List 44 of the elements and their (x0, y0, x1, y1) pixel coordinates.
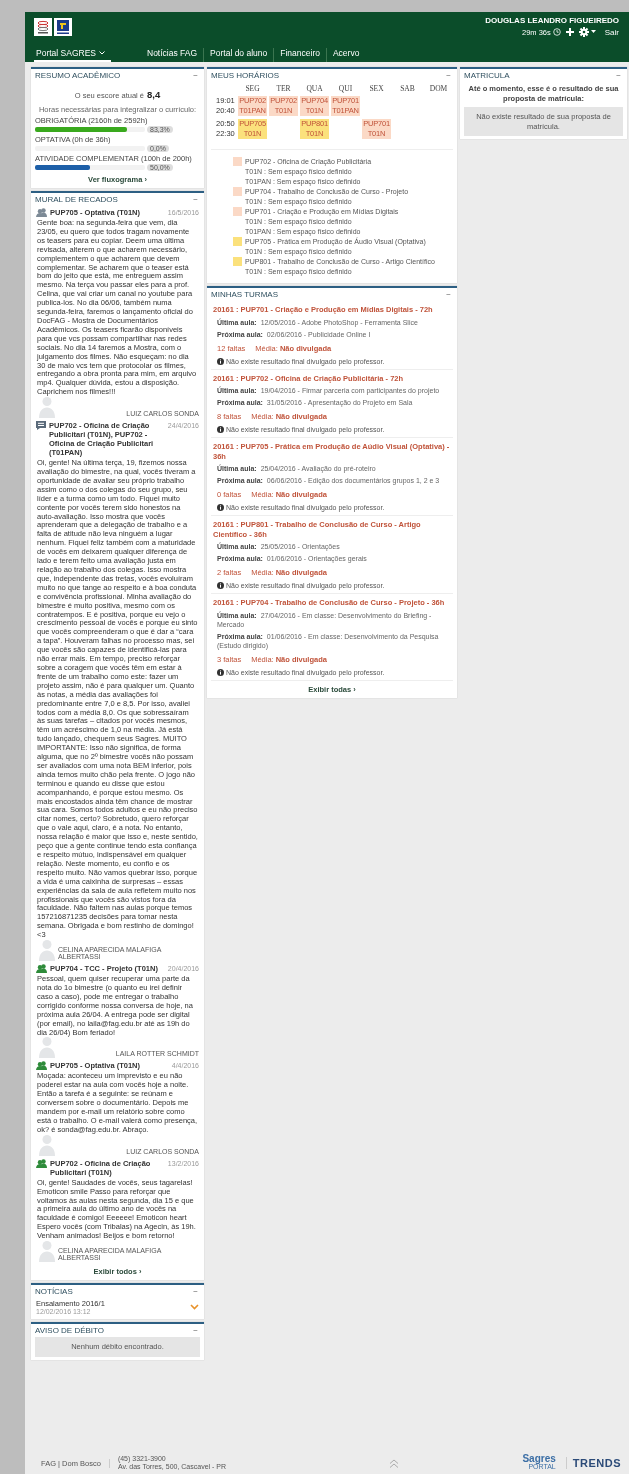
settings-button[interactable] (578, 27, 596, 37)
info-icon (217, 668, 224, 676)
nav-tab[interactable]: Acervo (325, 48, 366, 62)
sagres-logo-text: Sagres (522, 1455, 556, 1463)
collapse-button[interactable]: − (191, 71, 200, 80)
avatar-icon (36, 395, 58, 420)
collapse-button[interactable]: − (191, 1326, 200, 1336)
nav-tab[interactable]: Portal do aluno (203, 48, 274, 62)
clock-icon (552, 28, 561, 36)
school-logo-icon (54, 18, 72, 36)
collapse-button[interactable]: − (191, 1287, 200, 1297)
avatar-icon (36, 1035, 58, 1060)
panel-title: MATRICULA (464, 71, 510, 80)
panel-title: RESUMO ACADÊMICO (35, 71, 121, 80)
score-value: 8,4 (147, 89, 161, 100)
user-name: DOUGLAS LEANDRO FIGUEIREDO (485, 16, 619, 25)
trends-logo-text: TRENDS (565, 1457, 621, 1469)
panel-title: MINHAS TURMAS (211, 290, 278, 299)
caret-icon (590, 30, 596, 34)
info-icon (217, 426, 224, 433)
info-icon (217, 504, 224, 511)
collapse-button[interactable]: − (614, 71, 623, 80)
college-logo-icon (34, 18, 52, 36)
avatar-icon (36, 1239, 58, 1264)
nav-tab[interactable]: Financeiro (273, 48, 326, 62)
info-icon (217, 357, 224, 365)
avatar-icon (36, 1132, 58, 1157)
add-button[interactable] (565, 28, 574, 36)
nav-tab[interactable]: Notícias FAG (141, 48, 204, 62)
panel-title: MURAL DE RECADOS (35, 195, 118, 204)
avatar-icon (36, 938, 58, 963)
panel-title: MEUS HORÁRIOS (211, 71, 279, 80)
panel-title: NOTÍCIAS (35, 1287, 73, 1297)
chevron-down-icon (99, 51, 105, 55)
collapse-button[interactable]: − (191, 195, 200, 204)
collapse-button[interactable]: − (444, 290, 453, 299)
panel-title: AVISO DE DÉBITO (35, 1326, 105, 1336)
settings-icon (578, 27, 589, 37)
info-icon (217, 582, 224, 589)
plus-icon (565, 28, 574, 36)
collapse-button[interactable]: − (444, 71, 453, 80)
double-chevron-up-icon (389, 1459, 400, 1468)
nav-tab[interactable]: Portal SAGRES (34, 48, 111, 62)
logout-link[interactable]: Sair (604, 27, 619, 37)
